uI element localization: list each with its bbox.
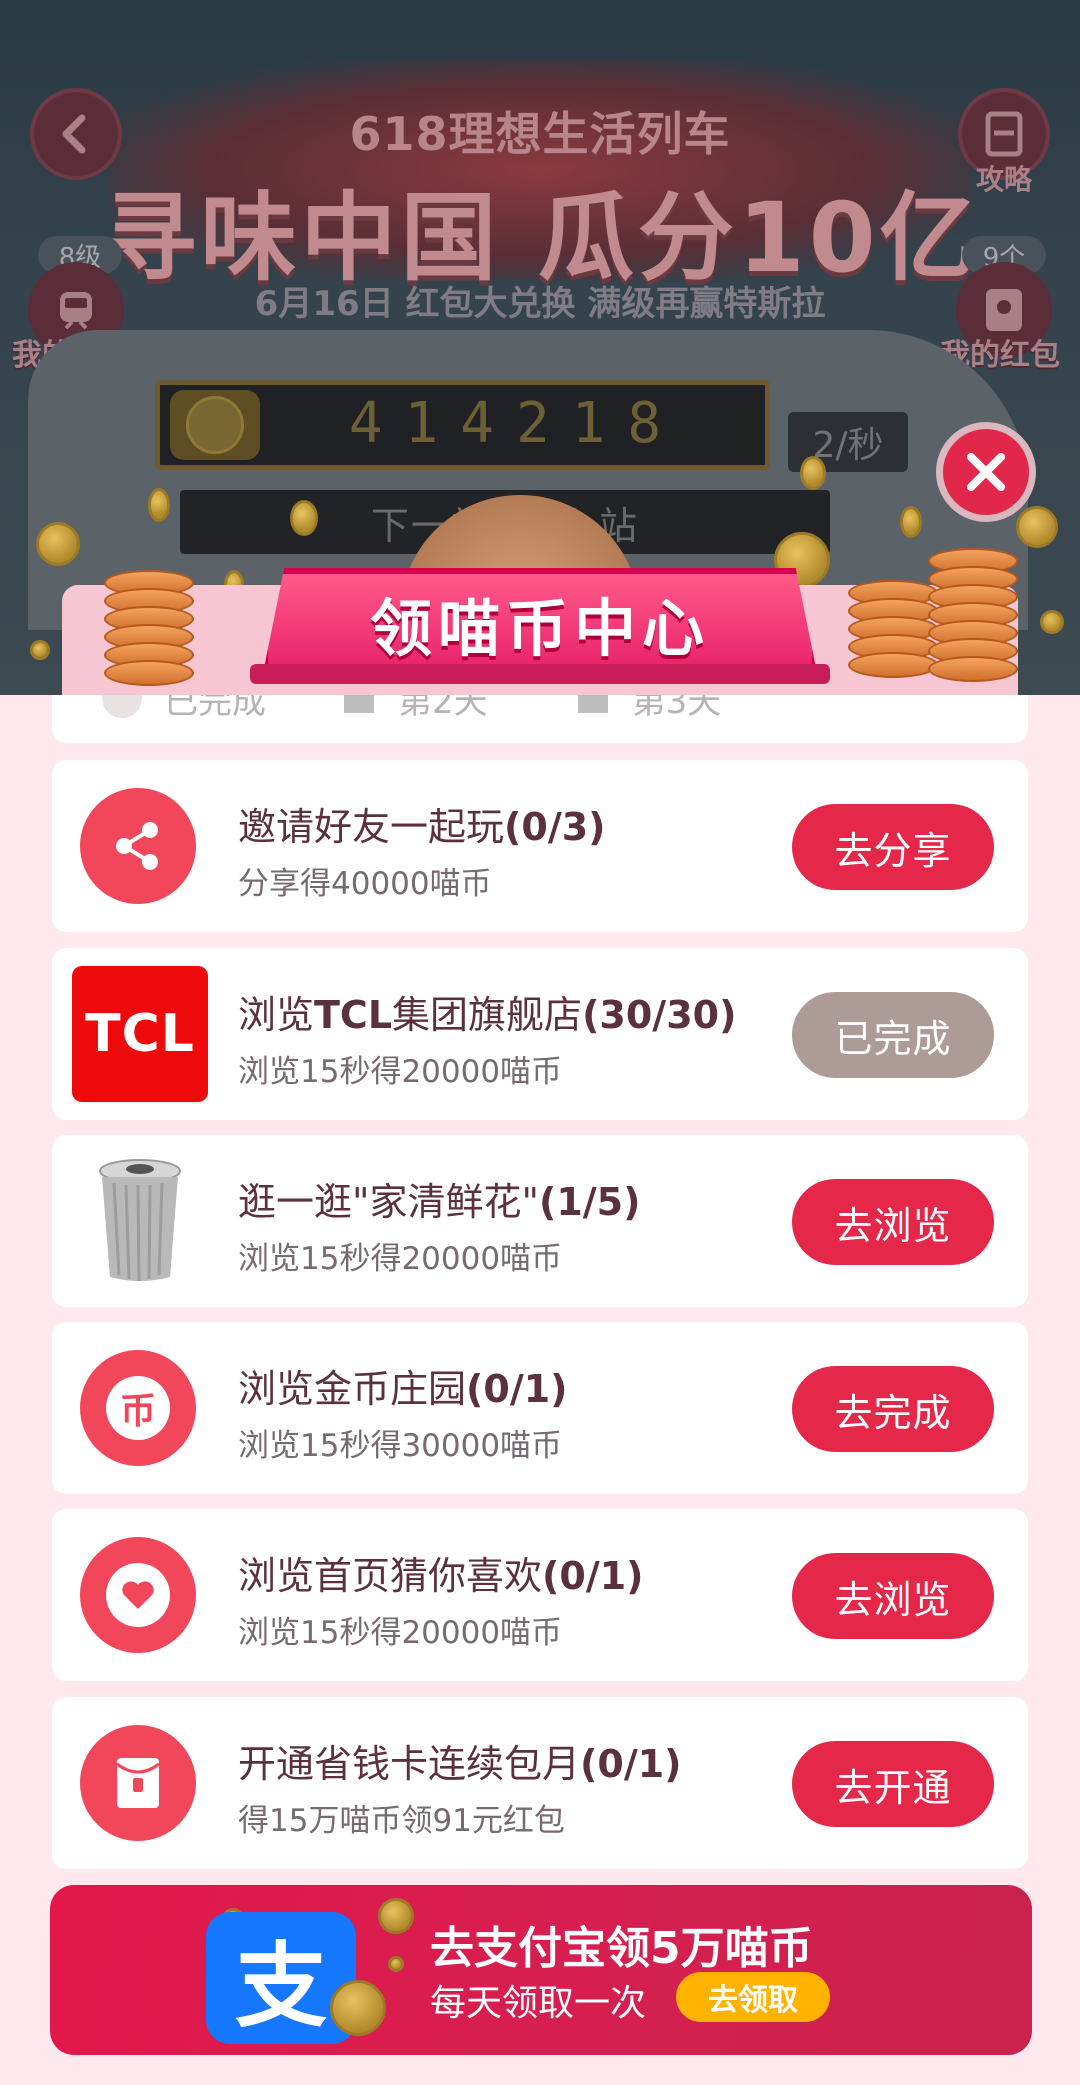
task-card-tcl: TCL 浏览TCL集团旗舰店(30/30) 浏览15秒得20000喵币 已完成	[52, 948, 1028, 1120]
guide-book-icon	[985, 111, 1023, 157]
coin-stack-right-tall	[928, 548, 1018, 682]
task-reward: 浏览15秒得20000喵币	[238, 1615, 563, 1651]
alipay-logo: 支	[206, 1912, 356, 2044]
calendar-icon	[344, 695, 374, 713]
plaque-base	[250, 664, 830, 684]
guide-label: 攻略	[975, 163, 1032, 196]
claim-button[interactable]: 去领取	[676, 1972, 830, 2022]
task-icon-red-envelope	[80, 1725, 196, 1841]
coin-stack-right	[848, 580, 938, 678]
task-title: 邀请好友一起玩(0/3)	[238, 805, 606, 849]
gold-coin-icon	[330, 1980, 386, 2036]
coin-counter-value: 414218	[348, 390, 684, 456]
panel-title-plaque: 领喵币中心	[262, 568, 818, 678]
back-icon	[62, 114, 86, 154]
back-button[interactable]	[30, 88, 122, 180]
sign-in-day-2: 第2天	[398, 695, 488, 722]
complete-button[interactable]: 去完成	[792, 1366, 994, 1452]
sign-in-card-partial: 已完成 第2天 第3天	[52, 695, 1028, 743]
calendar-icon	[577, 695, 608, 713]
task-card-invite: 邀请好友一起玩(0/3) 分享得40000喵币 去分享	[52, 760, 1028, 932]
gold-coin-icon	[800, 456, 826, 490]
close-button[interactable]	[936, 422, 1036, 522]
browse-button[interactable]: 去浏览	[792, 1179, 994, 1265]
close-icon	[967, 453, 1005, 491]
gold-coin-icon	[1016, 506, 1058, 548]
share-button[interactable]: 去分享	[792, 804, 994, 890]
task-reward: 分享得40000喵币	[238, 866, 492, 902]
task-reward: 浏览15秒得30000喵币	[238, 1428, 563, 1464]
browse-button[interactable]: 去浏览	[792, 1553, 994, 1639]
alipay-title: 去支付宝领5万喵币	[430, 1923, 813, 1974]
task-title: 开通省钱卡连续包月(0/1)	[238, 1742, 682, 1786]
task-icon-share	[80, 788, 196, 904]
banner-subtitle: 618理想生活列车	[349, 107, 731, 161]
task-icon-heart	[80, 1537, 196, 1653]
panel-title: 领喵币中心	[369, 592, 710, 665]
task-title: 浏览首页猜你喜欢(0/1)	[238, 1554, 644, 1598]
task-card-savings-card: 开通省钱卡连续包月(0/1) 得15万喵币领91元红包 去开通	[52, 1697, 1028, 1869]
gold-coin-icon	[36, 522, 80, 566]
train-icon	[60, 292, 92, 330]
gold-coin-icon	[378, 1898, 414, 1934]
gold-coin-icon	[290, 500, 318, 536]
sign-in-day-3: 第3天	[631, 695, 722, 722]
trash-can-image	[99, 1159, 181, 1282]
red-packet-icon	[986, 289, 1022, 331]
counter-coin-icon	[170, 390, 260, 460]
heart-icon	[122, 1581, 154, 1609]
task-title: 浏览TCL集团旗舰店(30/30)	[238, 993, 737, 1037]
completed-button[interactable]: 已完成	[792, 992, 994, 1078]
activate-button[interactable]: 去开通	[792, 1741, 994, 1827]
task-card-recommend: 浏览首页猜你喜欢(0/1) 浏览15秒得20000喵币 去浏览	[52, 1509, 1028, 1681]
task-reward: 浏览15秒得20000喵币	[238, 1241, 563, 1277]
checkmark-icon	[102, 695, 142, 718]
banner-date: 6月16日 红包大兑换 满级再赢特斯拉	[254, 284, 826, 324]
task-card-household: 逛一逛"家清鲜花"(1/5) 浏览15秒得20000喵币 去浏览	[52, 1135, 1028, 1307]
sign-in-status: 已完成	[164, 695, 266, 722]
red-envelope-icon	[116, 1758, 160, 1808]
gold-coin-icon	[388, 1956, 404, 1972]
task-title: 浏览金币庄园(0/1)	[238, 1367, 568, 1411]
task-reward: 得15万喵币领91元红包	[238, 1803, 565, 1839]
task-card-coin-manor: 币 浏览金币庄园(0/1) 浏览15秒得30000喵币 去完成	[52, 1322, 1028, 1494]
share-icon	[116, 822, 158, 870]
tcl-logo: TCL	[72, 966, 208, 1102]
gold-coin-icon	[30, 640, 50, 660]
task-reward: 浏览15秒得20000喵币	[238, 1054, 563, 1090]
task-icon-coin-manor: 币	[80, 1350, 196, 1466]
coin-manor-icon: 币	[106, 1376, 170, 1440]
gold-coin-icon	[148, 488, 170, 522]
gold-coin-icon	[1040, 610, 1064, 634]
coin-stack-left	[104, 570, 194, 686]
task-title: 逛一逛"家清鲜花"(1/5)	[238, 1180, 641, 1224]
alipay-subtitle: 每天领取一次	[430, 1983, 647, 2024]
gold-coin-icon	[900, 506, 922, 538]
